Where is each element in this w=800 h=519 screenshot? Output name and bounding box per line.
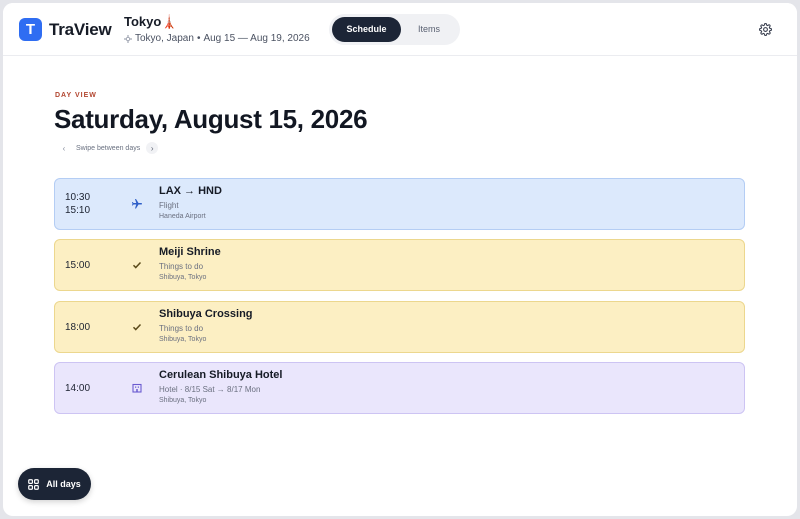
trip-location: Tokyo, Japan [135,33,194,44]
app-window: T TraView Tokyo🗼 Tokyo, Japan • Aug 15 —… [3,3,797,516]
grid-icon [28,478,40,490]
gear-icon[interactable] [759,23,772,36]
event-time: 10:30 15:10 [65,179,115,229]
all-days-label: All days [46,479,81,489]
swipe-hint-text: Swipe between days [76,144,141,152]
tab-items[interactable]: Items [401,17,457,42]
event-location: Shibuya, Tokyo [159,397,207,404]
event-title: Meiji Shrine [159,246,221,258]
app-logo[interactable]: T [19,18,42,41]
event-location: Haneda Airport [159,213,206,220]
event-subtitle: Things to do [159,324,204,333]
prev-day-chevron-icon[interactable]: ‹ [58,142,70,154]
plane-icon [132,199,142,209]
event-start-time: 15:00 [65,259,91,271]
trip-dates: Aug 15 — Aug 19, 2026 [203,33,310,44]
trip-title: Tokyo🗼 [124,14,178,29]
event-time: 18:00 [65,302,115,352]
event-subtitle: Things to do [159,262,204,271]
event-start-time: 10:30 [65,192,91,203]
event-time: 14:00 [65,363,115,413]
event-card-meiji-shrine[interactable]: 15:00 Meiji Shrine Things to do Shibuya,… [54,239,745,291]
event-time: 15:00 [65,240,115,290]
trip-subtitle: Tokyo, Japan • Aug 15 — Aug 19, 2026 [124,33,310,44]
event-card-hotel[interactable]: 14:00 Cerulean Shibuya Hotel Hotel · 8/1… [54,362,745,414]
top-bar: T TraView Tokyo🗼 Tokyo, Japan • Aug 15 —… [3,3,797,56]
all-days-button[interactable]: All days [18,468,91,500]
event-title: Shibuya Crossing [159,308,253,320]
event-title: LAX → HND [159,185,222,197]
event-location: Shibuya, Tokyo [159,336,207,343]
event-start-time: 14:00 [65,382,91,394]
event-end-time: 15:10 [65,205,91,216]
trip-separator: • [196,33,201,44]
event-subtitle: Hotel · 8/15 Sat → 8/17 Mon [159,385,261,394]
next-day-chevron-icon[interactable]: › [146,142,159,154]
location-pin-icon [124,34,132,43]
tab-schedule[interactable]: Schedule [332,17,401,42]
event-title: Cerulean Shibuya Hotel [159,369,283,381]
hotel-icon [132,383,142,393]
event-start-time: 18:00 [65,321,91,333]
event-subtitle: Flight [159,201,179,210]
view-switcher: Schedule Items [329,14,460,45]
app-name: TraView [49,20,112,39]
event-location: Shibuya, Tokyo [159,274,207,281]
event-card-flight[interactable]: 10:30 15:10 LAX → HND Flight Haneda Airp… [54,178,745,230]
day-title: Saturday, August 15, 2026 [54,104,368,134]
check-icon [132,261,142,269]
swipe-hint: ‹ Swipe between days › [58,141,159,155]
day-view-label: DAY VIEW [55,92,97,99]
event-card-shibuya-crossing[interactable]: 18:00 Shibuya Crossing Things to do Shib… [54,301,745,353]
check-icon [132,323,142,331]
